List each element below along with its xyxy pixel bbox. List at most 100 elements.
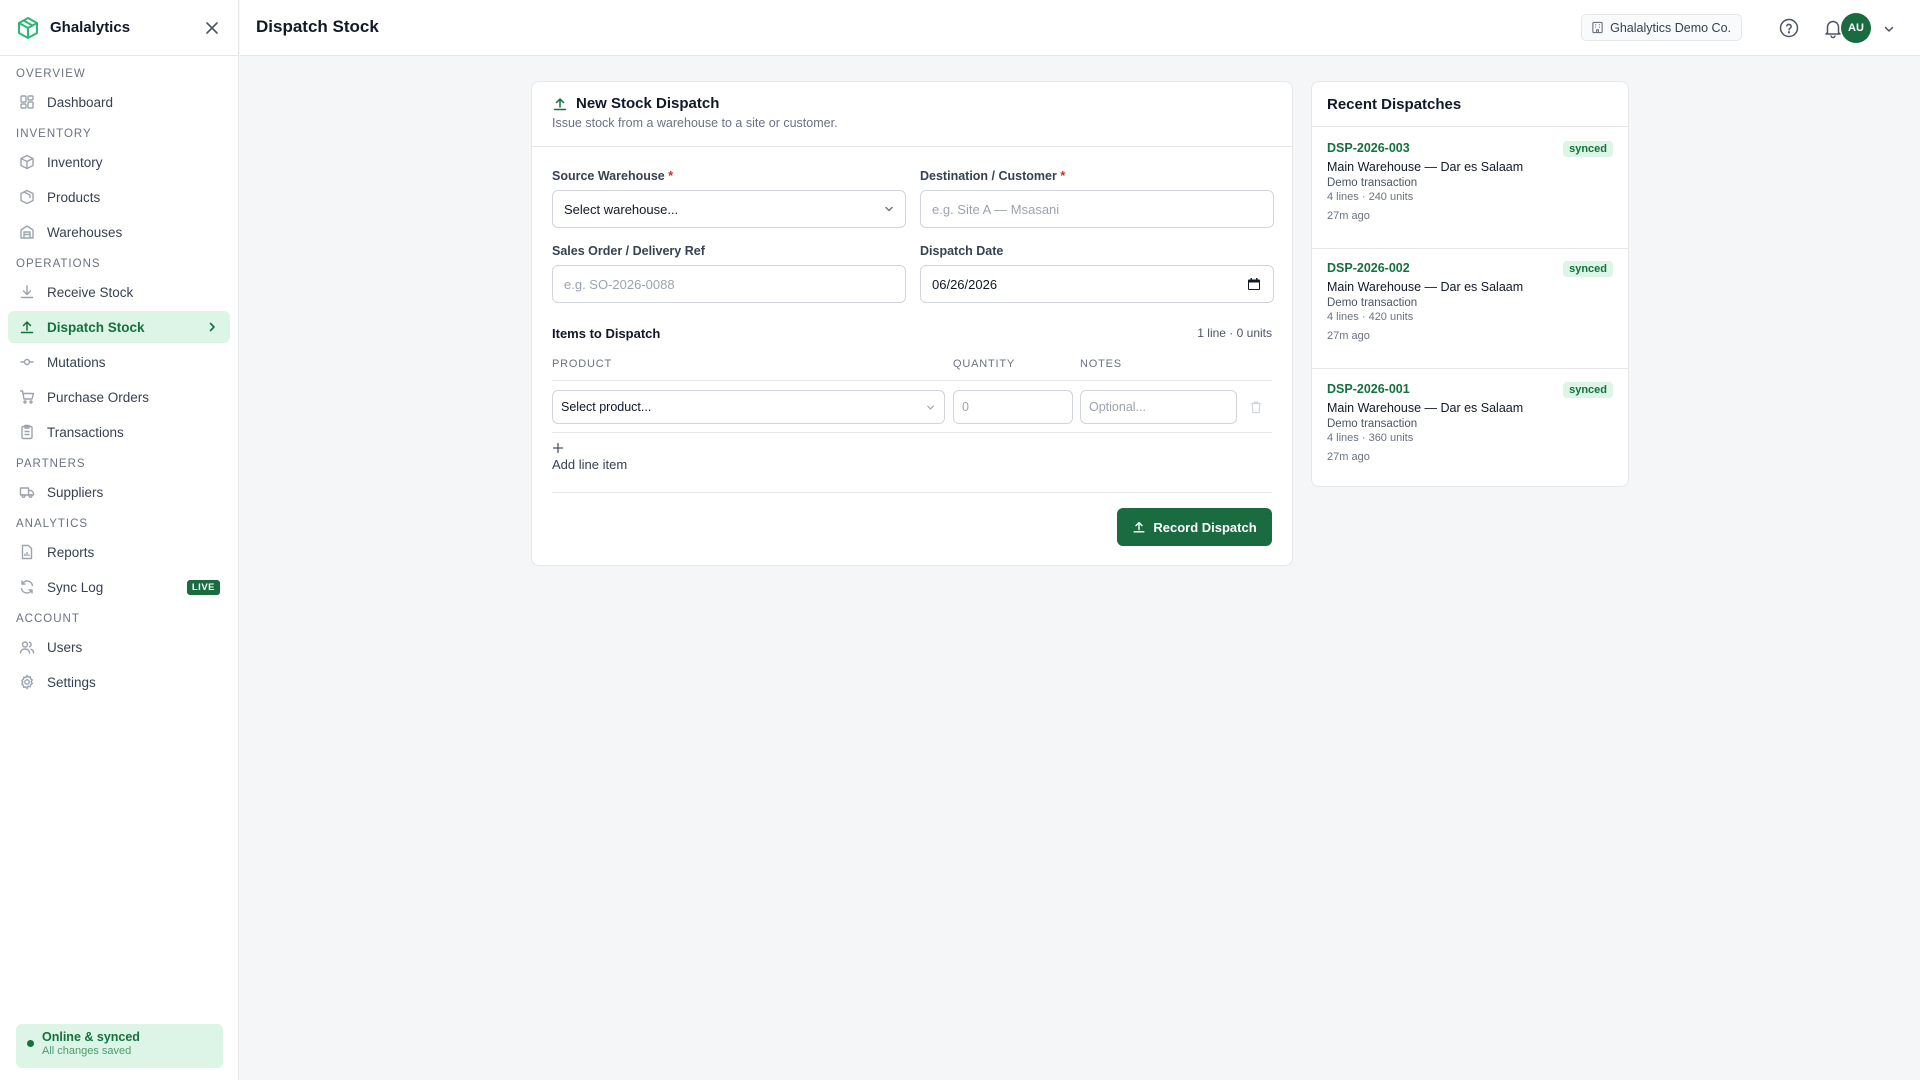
- gear-icon: [20, 674, 34, 690]
- download-icon: [20, 285, 34, 299]
- sales-order-placeholder: e.g. SO-2026-0088: [564, 276, 675, 292]
- sidebar-item-dashboard[interactable]: Dashboard: [8, 86, 230, 118]
- sales-order-input[interactable]: e.g. SO-2026-0088: [552, 265, 906, 303]
- record-dispatch-button[interactable]: Record Dispatch: [1117, 508, 1272, 546]
- dispatch-lines: 4 lines · 420 units: [1327, 311, 1414, 323]
- list-item[interactable]: DSP-2026-002 synced Main Warehouse — Dar…: [1312, 248, 1628, 369]
- section-label-partners: PARTNERS: [16, 458, 86, 470]
- sidebar-item-transactions[interactable]: Transactions: [8, 416, 230, 448]
- sidebar-item-label: Inventory: [47, 154, 103, 170]
- notes-input[interactable]: Optional...: [1080, 390, 1237, 424]
- section-label-overview: OVERVIEW: [16, 68, 86, 80]
- sidebar-item-label: Transactions: [47, 424, 124, 440]
- sidebar-item-mutations[interactable]: Mutations: [8, 346, 230, 378]
- company-switcher[interactable]: Ghalalytics Demo Co.: [1581, 14, 1742, 41]
- dispatch-note: Demo transaction: [1327, 297, 1418, 309]
- card-title: New Stock Dispatch: [576, 95, 720, 112]
- company-name: Ghalalytics Demo Co.: [1610, 20, 1731, 35]
- dispatch-lines: 4 lines · 240 units: [1327, 191, 1414, 203]
- source-warehouse-value: Select warehouse...: [564, 201, 679, 217]
- dispatch-date-input[interactable]: 06/26/2026: [920, 265, 1274, 303]
- sidebar-item-label: Purchase Orders: [47, 389, 150, 405]
- users-icon: [19, 641, 35, 654]
- product-select[interactable]: Select product...: [552, 390, 945, 424]
- sidebar-item-label: Warehouses: [47, 224, 123, 240]
- sync-status-subtitle: All changes saved: [42, 1045, 132, 1057]
- top-header: Dispatch Stock Ghalalytics Demo Co. AU: [240, 0, 1920, 56]
- dispatch-warehouse: Main Warehouse — Dar es Salaam: [1327, 280, 1524, 294]
- dispatch-time: 27m ago: [1327, 330, 1370, 342]
- card-header: New Stock Dispatch Issue stock from a wa…: [532, 82, 1292, 147]
- destination-placeholder: e.g. Site A — Msasani: [932, 201, 1060, 217]
- divider: [552, 380, 1272, 381]
- sidebar-item-label: Settings: [47, 674, 96, 690]
- sidebar-item-dispatch-stock[interactable]: Dispatch Stock: [8, 311, 230, 343]
- sidebar-item-purchase-orders[interactable]: Purchase Orders: [8, 381, 230, 413]
- help-icon[interactable]: [1778, 17, 1800, 39]
- destination-label-text: Destination / Customer: [920, 169, 1057, 183]
- avatar[interactable]: AU: [1841, 13, 1871, 43]
- list-item[interactable]: DSP-2026-003 synced Main Warehouse — Dar…: [1312, 128, 1628, 249]
- section-label-account: ACCOUNT: [16, 613, 80, 625]
- card-subtitle: Issue stock from a warehouse to a site o…: [552, 116, 838, 130]
- dispatch-date-label: Dispatch Date: [920, 244, 1004, 258]
- sidebar-item-users[interactable]: Users: [8, 631, 230, 663]
- git-commit-icon: [20, 358, 34, 366]
- list-item[interactable]: DSP-2026-001 synced Main Warehouse — Dar…: [1312, 369, 1628, 490]
- sidebar-item-products[interactable]: Products: [8, 181, 230, 213]
- dispatch-warehouse: Main Warehouse — Dar es Salaam: [1327, 401, 1524, 415]
- sidebar-item-inventory[interactable]: Inventory: [8, 146, 230, 178]
- column-header-quantity: QUANTITY: [953, 358, 1016, 370]
- upload-icon: [1133, 521, 1145, 533]
- sidebar-item-receive-stock[interactable]: Receive Stock: [8, 276, 230, 308]
- upload-icon: [553, 98, 567, 111]
- trash-icon[interactable]: [1249, 400, 1263, 414]
- new-dispatch-card: New Stock Dispatch Issue stock from a wa…: [531, 81, 1293, 566]
- calendar-icon[interactable]: [1247, 277, 1261, 291]
- chevron-down-icon[interactable]: [1883, 23, 1895, 35]
- dispatch-time: 27m ago: [1327, 210, 1370, 222]
- source-warehouse-select[interactable]: Select warehouse...: [552, 190, 906, 228]
- section-label-analytics: ANALYTICS: [16, 518, 89, 530]
- status-badge: synced: [1563, 141, 1613, 157]
- warehouse-icon: [20, 225, 34, 239]
- destination-input[interactable]: e.g. Site A — Msasani: [920, 190, 1274, 228]
- cart-icon: [19, 390, 35, 404]
- sidebar-item-warehouses[interactable]: Warehouses: [8, 216, 230, 248]
- sidebar-item-label: Receive Stock: [47, 284, 134, 300]
- close-icon[interactable]: [202, 18, 222, 38]
- sidebar-item-reports[interactable]: Reports: [8, 536, 230, 568]
- plus-icon[interactable]: [552, 442, 564, 454]
- status-badge: synced: [1563, 382, 1613, 398]
- sync-status: Online & synced All changes saved: [16, 1024, 223, 1068]
- sidebar-item-label: Users: [47, 639, 83, 655]
- sidebar-item-settings[interactable]: Settings: [8, 666, 230, 698]
- products-icon: [20, 189, 34, 205]
- truck-icon: [19, 487, 35, 498]
- sales-order-label: Sales Order / Delivery Ref: [552, 244, 705, 258]
- dashboard-icon: [20, 95, 34, 109]
- source-warehouse-label: Source Warehouse *: [552, 169, 673, 183]
- divider: [552, 432, 1272, 433]
- add-line-item-button[interactable]: Add line item: [552, 457, 627, 472]
- dispatch-lines: 4 lines · 360 units: [1327, 432, 1414, 444]
- chevron-down-icon: [927, 405, 934, 409]
- status-dot: [27, 1040, 34, 1047]
- logo-cube-icon: [18, 16, 38, 39]
- dispatch-time: 27m ago: [1327, 451, 1370, 463]
- sidebar-item-sync-log[interactable]: Sync Log LIVE: [8, 571, 230, 603]
- quantity-input[interactable]: 0: [953, 390, 1073, 424]
- dispatch-note: Demo transaction: [1327, 177, 1418, 189]
- product-select-value: Select product...: [561, 400, 652, 414]
- brand: Ghalalytics: [0, 0, 238, 56]
- sync-status-title: Online & synced: [42, 1030, 140, 1044]
- chevron-right-icon: [209, 322, 215, 332]
- sidebar-item-label: Suppliers: [47, 484, 104, 500]
- dispatch-warehouse: Main Warehouse — Dar es Salaam: [1327, 160, 1524, 174]
- sidebar-item-label: Sync Log: [47, 579, 104, 595]
- sidebar-item-label: Mutations: [47, 354, 106, 370]
- sidebar-item-suppliers[interactable]: Suppliers: [8, 476, 230, 508]
- recent-dispatches-card: Recent Dispatches DSP-2026-003 synced Ma…: [1311, 81, 1629, 487]
- live-badge: LIVE: [186, 579, 220, 595]
- destination-label: Destination / Customer *: [920, 169, 1065, 183]
